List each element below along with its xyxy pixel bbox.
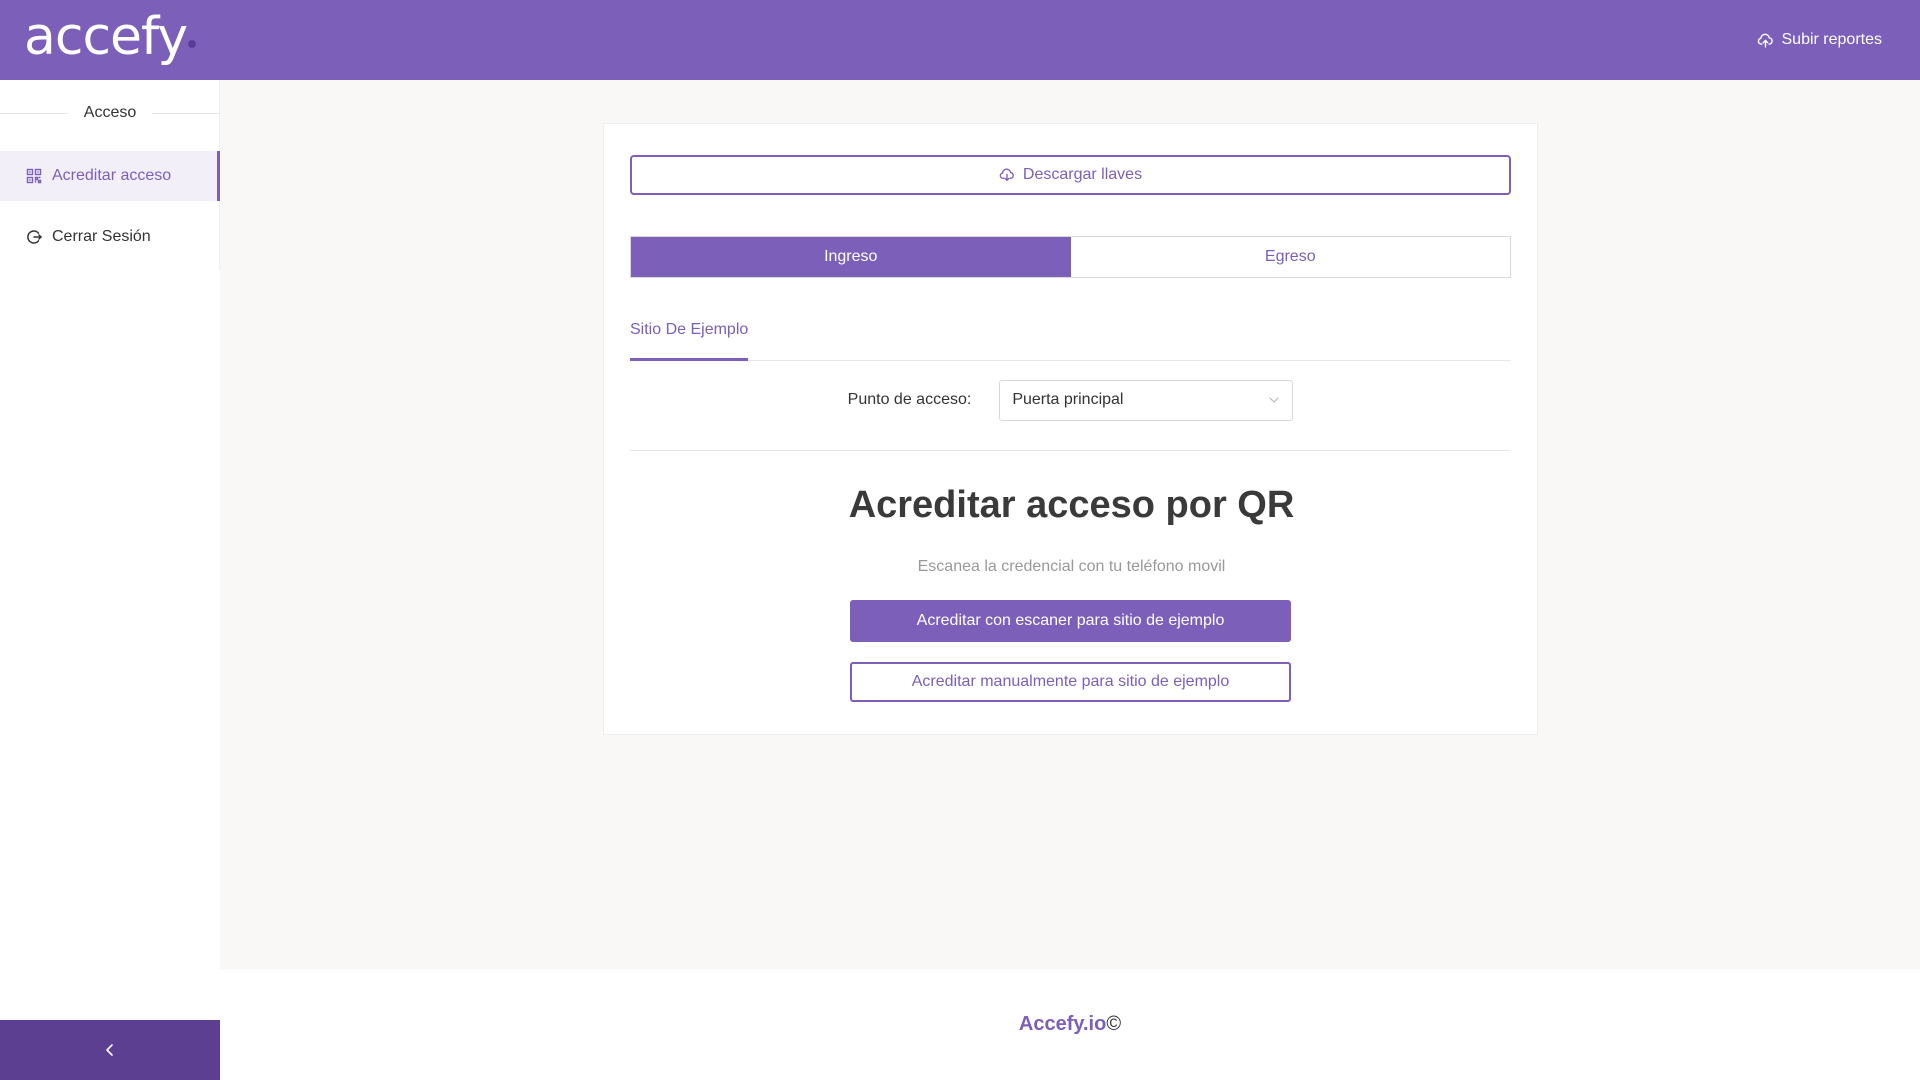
logout-icon [27,230,42,244]
site-tabs: Sitio De Ejemplo [630,317,1511,361]
footer-copyright: © [1106,1013,1122,1035]
sidebar-collapse-button[interactable] [0,1020,220,1080]
tab-sitio-de-ejemplo[interactable]: Sitio De Ejemplo [630,317,749,361]
section-divider [630,450,1511,451]
chevron-left-icon [106,1044,113,1056]
main-content: Descargar llaves Ingreso Egreso Sitio De… [220,80,1920,969]
cloud-download-icon [999,168,1014,181]
sidebar-item-label: Cerrar Sesión [52,228,151,245]
sidebar-item-acreditar-acceso[interactable]: Acreditar acceso [0,151,220,201]
footer-brand[interactable]: Accefy.io [1019,1013,1106,1036]
qr-title: Acreditar acceso por QR [848,484,1295,526]
download-keys-button[interactable]: Descargar llaves [630,155,1511,195]
sidebar-item-label: Acreditar acceso [52,167,172,184]
qr-subtitle: Escanea la credencial con tu teléfono mo… [917,558,1226,575]
manual-accredit-button[interactable]: Acreditar manualmente para sitio de ejem… [850,662,1291,702]
upload-reports-label: Subir reportes [1781,31,1883,48]
top-header: accefy Subir reportes [0,0,1920,80]
chevron-down-icon [1269,397,1279,403]
sidebar-section-title: Acceso [0,104,220,122]
upload-reports-button[interactable]: Subir reportes [1757,31,1897,49]
logo-dot [188,40,197,48]
access-point-label: Punto de acceso: [847,391,972,408]
direction-toggle: Ingreso Egreso [630,236,1511,278]
qrcode-icon [26,168,42,184]
egreso-option[interactable]: Egreso [1070,237,1510,277]
access-point-row: Punto de acceso: Puerta principal [630,379,1511,421]
sidebar-section-label: Acceso [83,104,137,121]
cloud-upload-icon [1757,33,1773,48]
divider-line [152,112,220,114]
access-point-value: Puerta principal [1012,391,1124,408]
scan-accredit-button[interactable]: Acreditar con escaner para sitio de ejem… [850,600,1291,642]
divider-line [0,112,68,114]
sidebar-item-cerrar-sesion[interactable]: Cerrar Sesión [0,212,220,262]
ingreso-option[interactable]: Ingreso [631,237,1071,277]
access-card: Descargar llaves Ingreso Egreso Sitio De… [603,123,1538,735]
access-point-select[interactable]: Puerta principal [999,379,1294,421]
accefy-logo[interactable]: accefy [24,7,197,69]
logo-text: accefy [24,7,188,67]
download-keys-label: Descargar llaves [1022,166,1143,183]
sidebar: Acceso Acreditar acceso Cerrar Sesión [0,80,220,270]
footer: Accefy.io © [220,969,1920,1080]
